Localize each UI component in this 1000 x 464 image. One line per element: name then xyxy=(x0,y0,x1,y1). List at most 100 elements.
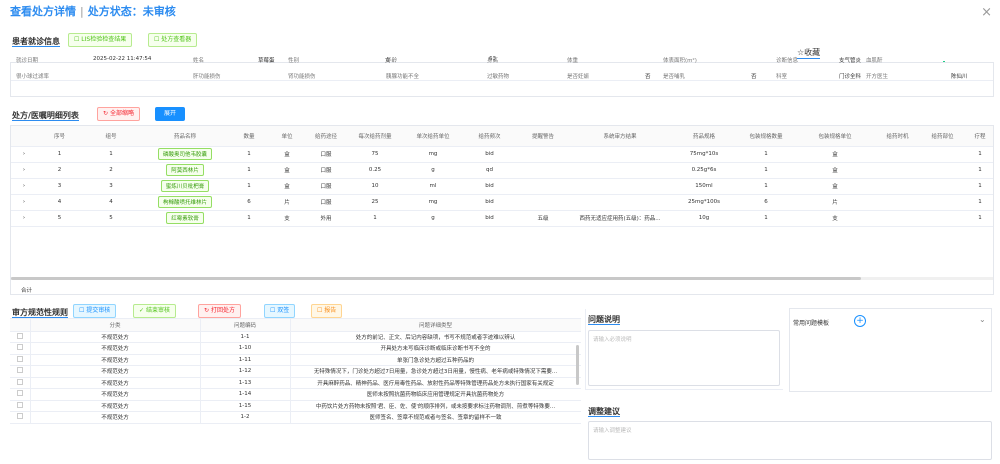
order-cell: 盒 xyxy=(795,146,875,163)
order-cell: 5 xyxy=(82,210,140,227)
rule-row[interactable]: 不规范处方 1-12 无特殊情况下，门诊处方超过7日用量，急诊处方超过3日用量，慢性… xyxy=(10,365,581,378)
orders-col-header: 序号 xyxy=(37,126,82,147)
rule-cell: 医师未按照抗菌药物临床应用管理规定开具抗菌药物处方 xyxy=(290,388,581,401)
drug-name-tag[interactable]: 磷酸奥司他韦胶囊 xyxy=(157,148,212,160)
page-title: 查看处方详情 | 处方状态：未审核 xyxy=(10,3,176,19)
rule-row[interactable]: 不规范处方 1-14 医师未按照抗菌药物临床应用管理规定开具抗菌药物处方 xyxy=(10,388,581,401)
drug-name-tag[interactable]: 蜜炼川贝枇杷膏 xyxy=(160,180,210,192)
rule-checkbox-cell[interactable] xyxy=(10,354,31,366)
orders-table-container: 序号 组号 药品名称 数量 单位 给药途径 每次给药剂量 单次给药单位 给药频次 提醒警告 系统审方… xyxy=(10,125,994,295)
order-cell: 片 xyxy=(268,194,306,211)
rule-row[interactable]: 不规范处方 1-1 处方的前记、正文、后记内容缺项，书写不规范或者字迹难以辨认 xyxy=(10,331,581,343)
advice-input[interactable]: 请输入调整建议 xyxy=(588,421,992,460)
patient-info-grid: 就诊日期 2025-02-22 11:47:54 姓名 草莓蛋 性别女年龄 63 身高 体重体… xyxy=(10,56,994,97)
order-row[interactable]: › 2 2 阿莫西林片 1 盒口服 0.25 g qd 0.25g*6s 1 盒 1 xyxy=(11,162,993,179)
rule-row[interactable]: 不规范处方 1-2 医师签名、签章不规范或者与签名、签章的留样不一致 xyxy=(10,411,581,424)
expand-row-icon[interactable]: › xyxy=(11,146,37,163)
order-cell: 红霉素软膏 xyxy=(140,210,230,227)
submit-review-button[interactable]: ☐ 提交审核 xyxy=(73,304,117,318)
order-cell: 4 xyxy=(37,194,82,211)
rule-cell: 不规范处方 xyxy=(30,354,201,366)
rule-row[interactable]: 不规范处方 1-10 开具处方未写临床诊断或临床诊断书写不全的 xyxy=(10,342,581,355)
expand-row-icon[interactable]: › xyxy=(11,162,37,179)
report-button[interactable]: ☐ 报告 xyxy=(311,304,343,318)
patient-field-label: 是否妊娠 xyxy=(567,74,590,80)
rule-checkbox-cell[interactable] xyxy=(10,388,31,401)
rule-row[interactable]: 不规范处方 1-15 中药饮片处方药物未按照'君、臣、佐、使'的顺序排列，或未按要求… xyxy=(10,400,581,412)
order-row[interactable]: › 1 1 磷酸奥司他韦胶囊 1 盒口服 75 mg bid 75mg*10s 1 盒 1 xyxy=(11,146,993,163)
drug-name-tag[interactable]: 枸橼酸喷托维林片 xyxy=(157,196,212,208)
scrollbar-thumb[interactable] xyxy=(11,277,861,280)
rule-cell: 1-2 xyxy=(200,411,291,424)
collapse-all-button[interactable]: ↻ 全部缩略 xyxy=(97,107,140,121)
prescription-viewer-button[interactable]: ☐ 处方查看器 xyxy=(148,33,198,47)
order-cell xyxy=(517,146,569,163)
patient-field-value: 草莓蛋 xyxy=(258,58,275,64)
horizontal-scrollbar[interactable] xyxy=(11,277,993,280)
order-cell: g xyxy=(404,162,462,179)
order-row[interactable]: › 5 5 红霉素软膏 1 支外用 1 g bid 五级 西药无适应症用药(五级)：药品... 10g… xyxy=(11,210,993,227)
rule-checkbox-cell[interactable] xyxy=(10,400,31,412)
order-cell: 1 xyxy=(965,178,993,195)
order-cell: 片 xyxy=(795,194,875,211)
chevron-down-icon[interactable]: ⌄ xyxy=(979,315,986,324)
finish-review-button[interactable]: ✓ 结束审核 xyxy=(133,304,176,318)
vertical-scrollbar[interactable] xyxy=(576,345,579,385)
order-cell: 1 xyxy=(230,146,268,163)
order-cell: 1 xyxy=(965,162,993,179)
patient-field-value: 门诊全科 xyxy=(839,74,862,80)
order-cell: 盒 xyxy=(268,146,306,163)
rule-checkbox[interactable] xyxy=(16,355,23,362)
rule-checkbox-cell[interactable] xyxy=(10,411,31,424)
rule-checkbox[interactable] xyxy=(16,378,23,385)
order-cell: 4 xyxy=(82,194,140,211)
orders-col-header: 疗程 xyxy=(965,126,993,147)
rule-cell: 不规范处方 xyxy=(30,342,201,355)
rule-checkbox[interactable] xyxy=(16,390,23,397)
rules-col-header: 分类 xyxy=(30,319,201,332)
patient-field-label: 姓名 xyxy=(193,58,205,64)
rule-checkbox[interactable] xyxy=(16,367,23,374)
expand-button[interactable]: 展开 xyxy=(155,107,185,121)
patient-field-label: 很小球过滤率 xyxy=(16,74,50,80)
rule-checkbox-cell[interactable] xyxy=(10,342,31,355)
rule-cell: 不规范处方 xyxy=(30,411,201,424)
order-cell: mg xyxy=(404,194,462,211)
rule-checkbox-cell[interactable] xyxy=(10,377,31,389)
double-sign-button[interactable]: ☐ 双签 xyxy=(264,304,296,318)
patient-field-label: 就诊日期 xyxy=(16,58,39,64)
advice-title: 调整建议 xyxy=(588,407,620,417)
patient-field-value: 支气管炎 xyxy=(839,58,862,64)
problem-description-input[interactable]: 请输入必须说明 xyxy=(588,330,780,386)
return-prescription-button[interactable]: ↻ 打回处方 xyxy=(198,304,241,318)
rule-checkbox[interactable] xyxy=(16,344,23,351)
expand-row-icon[interactable]: › xyxy=(11,194,37,211)
order-cell: 口服 xyxy=(306,146,346,163)
rule-checkbox[interactable] xyxy=(16,401,23,408)
rule-row[interactable]: 不规范处方 1-11 单张门急诊处方超过五种药品的 xyxy=(10,354,581,366)
rule-checkbox-cell[interactable] xyxy=(10,365,31,378)
rule-checkbox-cell[interactable] xyxy=(10,331,31,343)
close-icon[interactable]: × xyxy=(981,5,992,20)
rule-checkbox[interactable] xyxy=(16,413,23,420)
favorite-button[interactable]: ☆收藏 xyxy=(797,47,821,59)
rule-checkbox[interactable] xyxy=(16,332,23,339)
expand-row-icon[interactable]: › xyxy=(11,178,37,195)
rule-cell: 开具处方未写临床诊断或临床诊断书写不全的 xyxy=(290,342,581,355)
lis-results-button[interactable]: ☐ LIS检验检查结果 xyxy=(68,33,133,47)
order-cell: 0.25g*6s xyxy=(671,162,737,179)
order-cell: 盒 xyxy=(268,178,306,195)
order-cell: 五级 xyxy=(517,210,569,227)
order-cell: 6 xyxy=(230,194,268,211)
drug-name-tag[interactable]: 红霉素软膏 xyxy=(166,212,204,224)
order-cell: 西药无适应症用药(五级)：药品... xyxy=(569,210,671,227)
order-row[interactable]: › 3 3 蜜炼川贝枇杷膏 1 盒口服 10 ml bid 150ml 1 盒 1 xyxy=(11,178,993,195)
drug-name-tag[interactable]: 阿莫西林片 xyxy=(166,164,204,176)
order-row[interactable]: › 4 4 枸橼酸喷托维林片 6 片口服 25 mg bid 25mg*100s 6 片 1 xyxy=(11,194,993,211)
patient-field-label: 身高 xyxy=(487,58,499,64)
rule-cell: 1-13 xyxy=(200,377,291,389)
expand-row-icon[interactable]: › xyxy=(11,210,37,227)
add-template-icon[interactable]: + xyxy=(854,315,866,327)
order-cell: 盒 xyxy=(268,162,306,179)
rule-row[interactable]: 不规范处方 1-13 开具麻醉药品、精神药品、医疗用毒性药品、放射性药品等特殊管理药… xyxy=(10,377,581,389)
